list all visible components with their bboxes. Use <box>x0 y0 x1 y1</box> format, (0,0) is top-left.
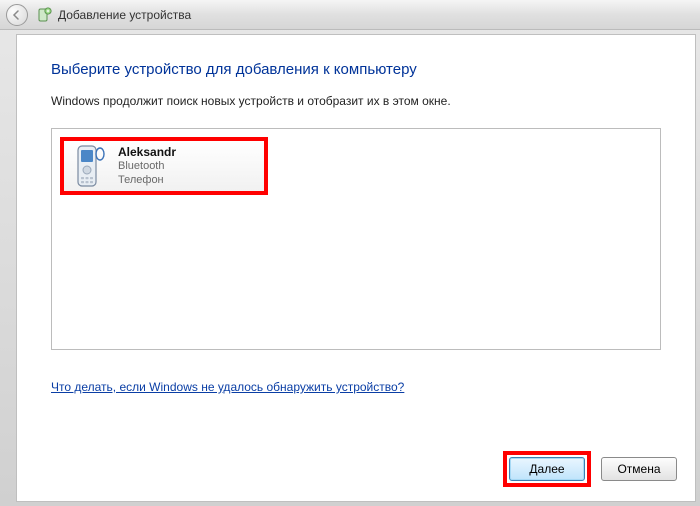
device-text: Aleksandr Bluetooth Телефон <box>118 145 176 188</box>
device-tile[interactable]: Aleksandr Bluetooth Телефон <box>60 137 268 195</box>
add-device-icon <box>36 7 52 23</box>
next-button[interactable]: Далее <box>509 457 585 481</box>
button-row: Далее Отмена <box>503 451 677 487</box>
content-area: Выберите устройство для добавления к ком… <box>16 34 696 502</box>
back-button[interactable] <box>6 4 28 26</box>
phone-icon <box>70 144 110 188</box>
page-heading: Выберите устройство для добавления к ком… <box>51 61 661 78</box>
device-name: Aleksandr <box>118 145 176 160</box>
page-subtext: Windows продолжит поиск новых устройств … <box>51 94 661 108</box>
wizard-window: Добавление устройства Выберите устройств… <box>0 0 700 506</box>
next-button-highlight: Далее <box>503 451 591 487</box>
window-title: Добавление устройства <box>58 8 191 22</box>
help-link[interactable]: Что делать, если Windows не удалось обна… <box>51 380 404 394</box>
device-connection: Bluetooth <box>118 160 176 174</box>
titlebar: Добавление устройства <box>0 0 700 30</box>
device-type: Телефон <box>118 174 176 188</box>
device-list-panel: Aleksandr Bluetooth Телефон <box>51 128 661 350</box>
cancel-button[interactable]: Отмена <box>601 457 677 481</box>
